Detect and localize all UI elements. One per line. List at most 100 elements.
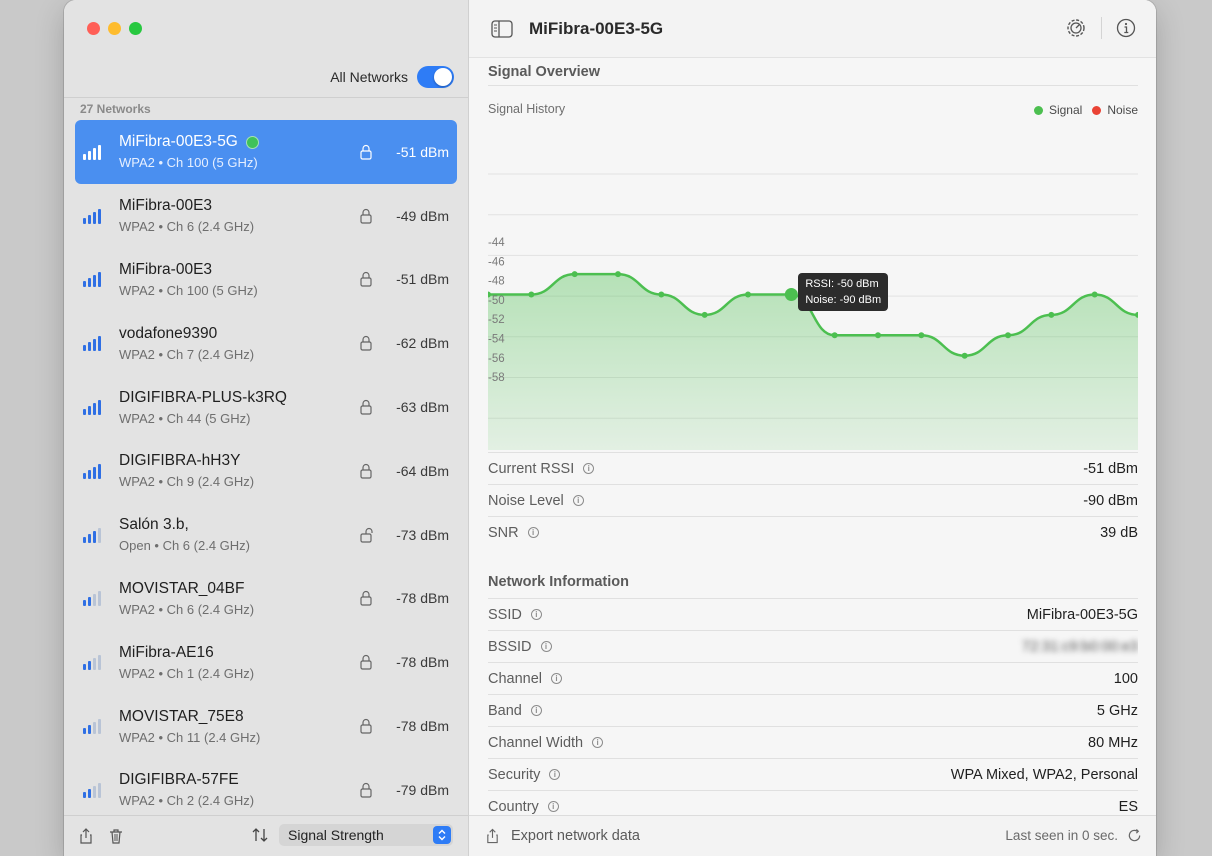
info-icon[interactable]: i xyxy=(549,769,561,780)
network-name-line: MiFibra-00E3 xyxy=(119,261,359,279)
lock-icon xyxy=(360,719,372,734)
app-window: All Networks 27 Networks MiFibra-00E3-5G… xyxy=(64,0,1156,856)
network-name-line: MiFibra-00E3 xyxy=(119,197,359,215)
network-details: WPA2 • Ch 6 (2.4 GHz) xyxy=(119,601,255,617)
network-row[interactable]: vodafone9390 WPA2 • Ch 7 (2.4 GHz) -62 dBm xyxy=(75,311,457,375)
network-details: WPA2 • Ch 9 (2.4 GHz) xyxy=(119,474,255,490)
info-icon[interactable]: i xyxy=(540,641,552,652)
network-row[interactable]: Salón 3.b, Open • Ch 6 (2.4 GHz) -73 dBm xyxy=(75,503,457,567)
sidebar-footer: Signal Strength xyxy=(64,815,468,856)
network-name-line: vodafone9390 xyxy=(119,325,359,343)
minimize-window-button[interactable] xyxy=(108,22,121,35)
lock-icon xyxy=(360,208,372,224)
network-name-line: MiFibra-AE16 xyxy=(119,644,359,662)
trash-icon[interactable] xyxy=(108,828,124,844)
network-rssi: -51 dBm xyxy=(396,271,449,288)
share-icon xyxy=(487,828,498,844)
network-row[interactable]: MiFibra-00E3 WPA2 • Ch 6 (2.4 GHz) -49 dBm xyxy=(75,184,457,248)
info-icon[interactable]: i xyxy=(530,609,542,620)
network-row[interactable]: MiFibra-00E3-5G WPA2 • Ch 100 (5 GHz) -51 … xyxy=(75,120,457,184)
info-row: SSID i MiFibra-00E3-5G xyxy=(488,598,1138,630)
all-networks-toggle[interactable] xyxy=(417,66,454,88)
metric-label-group: SNR i xyxy=(488,525,539,541)
info-icon[interactable]: i xyxy=(592,737,604,748)
info-icon[interactable]: i xyxy=(572,495,584,506)
sort-select[interactable]: Signal Strength xyxy=(279,824,453,846)
network-text: MOVISTAR_75E8 WPA2 • Ch 11 (2.4 GHz) xyxy=(119,708,359,745)
network-text: MiFibra-00E3 WPA2 • Ch 6 (2.4 GHz) xyxy=(119,197,359,234)
info-icon[interactable]: i xyxy=(530,705,542,716)
metric-value: MiFibra-00E3-5G xyxy=(1026,606,1138,623)
network-row[interactable]: MOVISTAR_04BF WPA2 • Ch 6 (2.4 GHz) -78 dB… xyxy=(75,567,457,631)
export-button[interactable]: Export network data xyxy=(511,828,640,844)
network-name-line: MOVISTAR_75E8 xyxy=(119,708,359,726)
metric-label-group: Channel Width i xyxy=(488,735,604,751)
network-details: WPA2 • Ch 11 (2.4 GHz) xyxy=(119,729,261,745)
sort-arrows-icon[interactable] xyxy=(251,827,269,843)
network-row[interactable]: DIGIFIBRA-57FE WPA2 • Ch 2 (2.4 GHz) -79 d… xyxy=(75,758,457,822)
metric-label: SSID xyxy=(488,606,522,623)
chart-plot: -44 -46 -48 -50 -52 -54 -56 -58 xyxy=(488,173,1138,450)
network-row[interactable]: MiFibra-AE16 WPA2 • Ch 1 (2.4 GHz) -78 dBm xyxy=(75,630,457,694)
network-name: MiFibra-00E3 xyxy=(119,260,213,278)
network-rssi: -63 dBm xyxy=(396,399,449,416)
network-row[interactable]: MiFibra-00E3 WPA2 • Ch 100 (5 GHz) -51 dBm xyxy=(75,248,457,312)
network-text: DIGIFIBRA-hH3Y WPA2 • Ch 9 (2.4 GHz) xyxy=(119,452,359,489)
metric-label: Security xyxy=(488,766,541,783)
tooltip-noise: Noise: -90 dBm xyxy=(805,293,882,306)
wifi-signal-icon xyxy=(83,208,103,224)
lock-icon xyxy=(360,463,372,479)
network-name: DIGIFIBRA-PLUS-k3RQ xyxy=(119,388,287,406)
metric-value: 39 dB xyxy=(1100,524,1138,541)
network-rssi: -78 dBm xyxy=(396,590,449,607)
info-icon[interactable] xyxy=(1116,18,1136,38)
metric-label-group: Band i xyxy=(488,703,542,719)
page-title: MiFibra-00E3-5G xyxy=(529,18,664,38)
network-row[interactable]: DIGIFIBRA-PLUS-k3RQ WPA2 • Ch 44 (5 GHz) -… xyxy=(75,375,457,439)
metric-value: -51 dBm xyxy=(1083,460,1138,477)
window-controls xyxy=(87,22,142,35)
toolbar-separator xyxy=(1101,17,1102,39)
network-rssi: -78 dBm xyxy=(396,654,449,671)
unlock-icon xyxy=(360,527,373,543)
info-icon[interactable]: i xyxy=(551,673,563,684)
gear-icon[interactable] xyxy=(1065,17,1087,39)
metric-label-group: Security i xyxy=(488,766,561,783)
network-name-line: DIGIFIBRA-PLUS-k3RQ xyxy=(119,389,359,407)
network-row[interactable]: DIGIFIBRA-hH3Y WPA2 • Ch 9 (2.4 GHz) -64 d… xyxy=(75,439,457,503)
chevron-updown-icon xyxy=(433,826,451,844)
metric-row: Noise Level i -90 dBm xyxy=(488,484,1138,516)
y-tick-label: -52 xyxy=(488,314,505,326)
network-text: MiFibra-AE16 WPA2 • Ch 1 (2.4 GHz) xyxy=(119,644,359,681)
refresh-icon[interactable] xyxy=(1127,828,1142,843)
lock-icon xyxy=(360,336,372,351)
metric-value: ES xyxy=(1118,798,1138,815)
network-details: Open • Ch 6 (2.4 GHz) xyxy=(119,538,250,554)
last-seen-label: Last seen in 0 sec. xyxy=(1005,828,1118,843)
network-details: WPA2 • Ch 1 (2.4 GHz) xyxy=(119,665,255,681)
lock-icon xyxy=(360,144,372,160)
lock-icon xyxy=(360,400,372,415)
share-icon[interactable] xyxy=(78,828,94,844)
lock-icon xyxy=(360,782,372,798)
network-info-title: Network Information xyxy=(488,574,629,590)
network-name: MOVISTAR_04BF xyxy=(119,579,245,597)
network-rssi: -51 dBm xyxy=(396,143,449,160)
network-name-line: DIGIFIBRA-57FE xyxy=(119,771,359,789)
network-text: Salón 3.b, Open • Ch 6 (2.4 GHz) xyxy=(119,516,359,553)
main-footer: Export network data Last seen in 0 sec. xyxy=(469,815,1156,856)
wifi-signal-icon xyxy=(83,527,103,543)
y-tick-label: -54 xyxy=(488,334,505,346)
network-name-line: MOVISTAR_04BF xyxy=(119,580,359,598)
network-row[interactable]: MOVISTAR_75E8 WPA2 • Ch 11 (2.4 GHz) -78 d… xyxy=(75,694,457,758)
lock-icon xyxy=(360,591,372,607)
info-icon[interactable]: i xyxy=(547,801,559,812)
metric-value-redacted: 72:31:c9:b0:00:e3 xyxy=(1022,639,1138,655)
zoom-window-button[interactable] xyxy=(129,22,142,35)
info-icon[interactable]: i xyxy=(527,527,539,538)
sidebar-icon[interactable] xyxy=(491,19,513,38)
signal-point xyxy=(615,271,621,278)
close-window-button[interactable] xyxy=(87,22,100,35)
signal-metrics: Current RSSI i -51 dBm Noise Level i -90 dBm S… xyxy=(488,452,1138,548)
info-icon[interactable]: i xyxy=(583,463,595,474)
